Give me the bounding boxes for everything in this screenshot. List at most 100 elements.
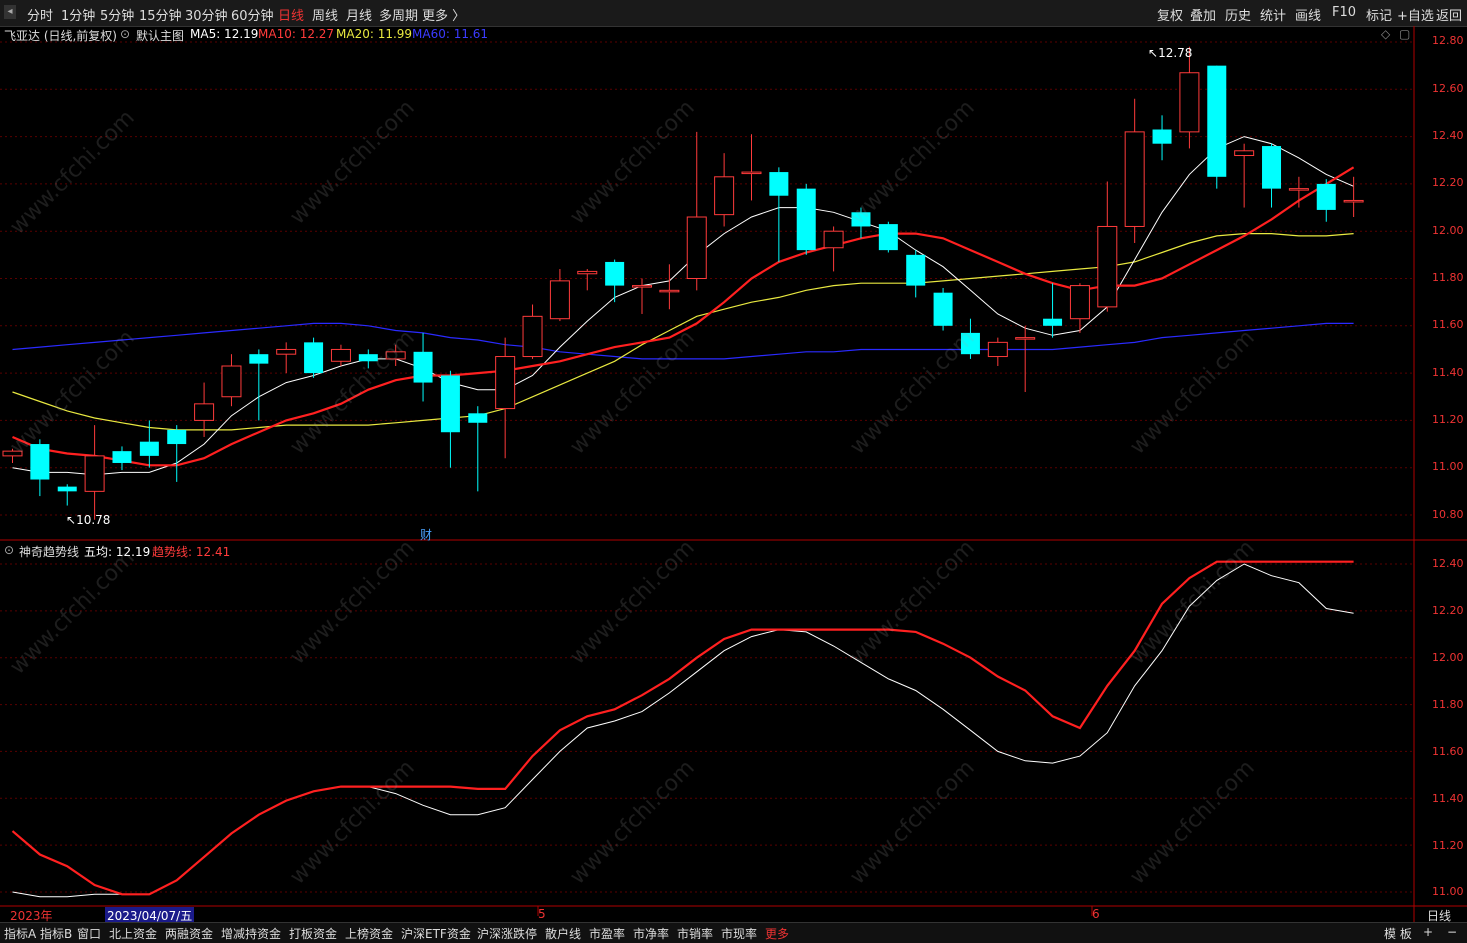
indicator-lines (11, 560, 1354, 898)
candle-body (139, 441, 159, 456)
tab-indicator-b[interactable]: 指标B (40, 925, 72, 942)
tab-window[interactable]: 窗口 (77, 925, 101, 942)
candle-body (2, 450, 23, 457)
bottom-toolbar: 指标A 指标B 窗口 北上资金 两融资金 增减持资金 打板资金 上榜资金 沪深E… (0, 922, 1467, 943)
candle-body (468, 413, 488, 423)
kline-chart[interactable] (0, 0, 1467, 942)
candle-body (57, 486, 77, 492)
ytick-main: 11.40 (1432, 366, 1464, 379)
candle-body (1097, 225, 1118, 308)
ma5-line (12, 136, 1354, 476)
candle-body (960, 332, 980, 355)
tab-retail-line[interactable]: 散户线 (545, 925, 581, 942)
candle-body (276, 348, 297, 355)
ytick-main: 11.00 (1432, 460, 1464, 473)
candle-body (1069, 285, 1090, 320)
candle-body (1179, 72, 1200, 133)
add-panel-button[interactable]: + (1423, 925, 1433, 939)
tab-more[interactable]: 更多 (765, 925, 789, 942)
tab-northbound[interactable]: 北上资金 (109, 925, 157, 942)
tab-pe[interactable]: 市盈率 (589, 925, 625, 942)
month-label-5: 5 (538, 907, 546, 921)
ytick-sub: 11.80 (1432, 698, 1464, 711)
candle-body (1234, 150, 1255, 157)
ytick-sub: 12.40 (1432, 557, 1464, 570)
candle-body (1152, 129, 1172, 144)
tab-pcf[interactable]: 市现率 (721, 925, 757, 942)
candle-body (769, 172, 789, 196)
ytick-main: 12.80 (1432, 34, 1464, 47)
candle-body (385, 351, 406, 360)
candle-body (167, 429, 187, 445)
candles (2, 46, 1364, 520)
candle-body (906, 254, 926, 286)
candle-body (686, 216, 707, 279)
finance-marker[interactable]: 财 (420, 526, 432, 543)
template-button[interactable]: 模 板 (1384, 925, 1412, 942)
month-label-6: 6 (1092, 907, 1100, 921)
ytick-main: 12.40 (1432, 129, 1464, 142)
candle-body (249, 354, 269, 364)
tab-top-list-funds[interactable]: 上榜资金 (345, 925, 393, 942)
tab-pb[interactable]: 市净率 (633, 925, 669, 942)
ytick-sub: 12.00 (1432, 651, 1464, 664)
candle-body (1316, 183, 1336, 210)
tab-limit-stats[interactable]: 沪深涨跌停 (477, 925, 537, 942)
candle-body (1343, 199, 1364, 203)
ytick-main: 11.80 (1432, 271, 1464, 284)
tab-limit-up-funds[interactable]: 打板资金 (289, 925, 337, 942)
remove-panel-button[interactable]: − (1447, 925, 1457, 939)
candle-body (495, 356, 516, 410)
candle-body (823, 230, 844, 249)
tab-holdings-change[interactable]: 增减持资金 (221, 925, 281, 942)
candle-body (1124, 131, 1145, 227)
candle-body (358, 354, 378, 362)
tab-etf-funds[interactable]: 沪深ETF资金 (401, 925, 471, 942)
candle-body (577, 270, 598, 275)
ma60-line (12, 322, 1354, 360)
candle-body (1262, 146, 1282, 189)
avg-line (12, 563, 1354, 898)
ytick-sub: 11.20 (1432, 839, 1464, 852)
candle-body (741, 171, 762, 175)
candle-body (714, 176, 735, 216)
ytick-main: 11.60 (1432, 318, 1464, 331)
candle-body (194, 403, 215, 421)
tab-margin[interactable]: 两融资金 (165, 925, 213, 942)
low-price-label: ↖10.78 (66, 513, 111, 527)
ytick-main: 12.60 (1432, 82, 1464, 95)
candle-body (522, 315, 543, 358)
ytick-main: 10.80 (1432, 508, 1464, 521)
candle-body (30, 444, 50, 480)
candle-body (330, 348, 351, 362)
high-price-label: ↖12.78 (1148, 46, 1193, 60)
grid-lines (0, 41, 1414, 893)
candle-body (549, 280, 570, 320)
ytick-main: 11.20 (1432, 413, 1464, 426)
candle-body (878, 224, 898, 251)
tab-ps[interactable]: 市销率 (677, 925, 713, 942)
candle-body (1015, 337, 1036, 340)
ytick-sub: 11.40 (1432, 792, 1464, 805)
candle-body (1288, 188, 1309, 191)
ytick-main: 12.00 (1432, 224, 1464, 237)
ma-lines (12, 136, 1355, 476)
candle-body (987, 341, 1008, 358)
candle-body (632, 285, 653, 288)
candle-body (304, 342, 324, 374)
ytick-sub: 11.00 (1432, 885, 1464, 898)
candle-body (84, 455, 105, 492)
ytick-sub: 12.20 (1432, 604, 1464, 617)
trend-line (11, 560, 1354, 896)
ytick-sub: 11.60 (1432, 745, 1464, 758)
candle-body (851, 212, 871, 227)
candle-body (659, 289, 680, 293)
tab-indicator-a[interactable]: 指标A (4, 925, 36, 942)
candle-body (221, 365, 242, 398)
candle-body (605, 261, 625, 286)
candle-body (112, 451, 132, 463)
candle-body (1043, 318, 1063, 326)
candle-body (933, 292, 953, 326)
candle-body (440, 375, 460, 433)
candle-body (796, 188, 816, 251)
